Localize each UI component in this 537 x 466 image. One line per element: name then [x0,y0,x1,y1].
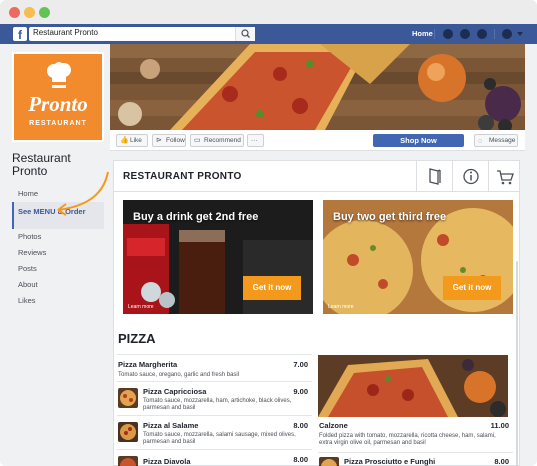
nav-divider [434,29,435,39]
menu-item-description: Folded pizza with tomato, mozzarella, ri… [319,433,496,446]
info-icon [463,168,479,185]
sidebar-item-posts[interactable]: Posts [12,261,104,277]
menu-item-name: Pizza Margherita [118,360,178,369]
menu-item-name: Pizza Diavola [143,457,191,466]
search-button[interactable] [235,27,255,41]
menu-item-name: Pizza al Salame [143,421,199,430]
more-options-button[interactable]: ··· [247,134,264,147]
sidebar-item-about[interactable]: About [12,277,104,293]
help-icon[interactable] [502,29,512,39]
menu-section-title: PIZZA [118,331,156,346]
menu-item-thumbnail [319,457,339,466]
sidebar-item-reviews[interactable]: Reviews [12,245,104,261]
menu-item-description: Tomato sauce, mozzarella, ham, artichoke… [143,398,292,411]
close-window-button[interactable] [9,7,20,18]
search-icon [241,29,250,38]
messenger-bubble-icon: ◌ [478,138,483,145]
tab-menu-button[interactable] [416,161,452,192]
tab-header: RESTAURANT PRONTO [114,161,519,192]
follow-button[interactable]: ⊳ Follow [152,134,186,147]
menu-item-list: Pizza Margherita 7.00 Tomato sauce, oreg… [117,354,312,466]
menu-book-icon [429,168,441,185]
like-button-label: Like [130,137,142,144]
zoom-window-button[interactable] [39,7,50,18]
nav-divider [494,29,495,39]
pizza-cover-image [110,44,525,130]
search-input[interactable]: Restaurant Pronto [33,28,98,37]
promo-title: Buy a drink get 2nd free [133,211,259,223]
search-box[interactable]: Restaurant Pronto [29,27,255,41]
logo-subtitle: RESTAURANT [29,120,87,127]
annotation-arrow [57,171,109,216]
learn-more-link[interactable]: Learn more [328,304,354,310]
menu-tab-panel: RESTAURANT PRONTO Buy a drink get 2nd fr… [113,160,520,466]
menu-item-price: 8.00 [494,457,509,466]
rss-follow-icon: ⊳ [156,137,162,144]
nav-home-link[interactable]: Home [412,29,433,38]
menu-item[interactable]: Pizza Capricciosa 9.00 Tomato sauce, moz… [117,381,312,415]
learn-more-link[interactable]: Learn more [128,304,154,310]
account-menu-caret-icon[interactable] [517,32,523,36]
browser-window: f Restaurant Pronto Home Pronto RESTAURA… [0,0,537,466]
menu-item-description: Tomato sauce, mozzarella, salami sausage… [143,432,296,445]
get-it-now-button[interactable]: Get it now [243,276,301,300]
promo-title: Buy two get third free [333,211,447,223]
menu-divider [318,452,513,453]
tab-scrollbar[interactable] [516,261,518,466]
comment-icon: ▭ [194,137,201,144]
minimize-window-button[interactable] [24,7,35,18]
browser-titlebar [0,0,537,24]
tab-title: RESTAURANT PRONTO [123,171,242,182]
thumbs-up-icon: 👍 [120,137,129,144]
notifications-globe-icon[interactable] [477,29,487,39]
restaurant-logo: Pronto RESTAURANT [14,54,102,140]
sidebar-item-likes[interactable]: Likes [12,293,104,309]
menu-item-price: 11.00 [490,421,509,430]
recommend-button[interactable]: ▭ Recommend [190,134,244,147]
menu-item-price: 8.00 [293,455,308,464]
get-it-now-button[interactable]: Get it now [443,276,501,300]
shopping-cart-icon [497,170,514,185]
page-action-bar: 👍 Like ⊳ Follow ▭ Recommend ··· Shop Now ◌ M… [110,130,525,151]
promo-banner-pizza[interactable]: Buy two get third free Get it now Learn … [323,200,513,314]
facebook-logo[interactable]: f [13,27,27,42]
message-button-label: Message [489,137,516,144]
menu-item-name: Pizza Prosciutto e Funghi [344,457,436,466]
recommend-button-label: Recommend [204,137,241,144]
menu-item-thumbnail [118,388,138,408]
promo-banner-drinks[interactable]: Buy a drink get 2nd free Get it now Lear… [123,200,313,314]
tab-cart-button[interactable] [488,161,519,192]
menu-item-name: Pizza Capricciosa [143,387,207,396]
chef-hat-icon [47,62,71,88]
logo-wordmark: Pronto [28,92,88,116]
menu-item-price: 7.00 [293,360,308,369]
like-button[interactable]: 👍 Like [116,134,148,147]
message-button[interactable]: ◌ Message [474,134,518,147]
menu-item-thumbnail [118,422,138,442]
cover-photo[interactable] [110,44,525,130]
friend-requests-icon[interactable] [443,29,453,39]
facebook-top-bar: f Restaurant Pronto Home [0,24,537,44]
menu-item-description: Tomato sauce, oregano, garlic and fresh … [118,372,240,378]
menu-item[interactable]: Pizza Margherita 7.00 Tomato sauce, oreg… [117,354,312,381]
menu-item[interactable]: Pizza Diavola 8.00 [117,449,312,466]
menu-item-photo [318,355,508,417]
menu-item-price: 9.00 [293,387,308,396]
profile-picture[interactable]: Pronto RESTAURANT [12,52,104,142]
menu-item-price: 8.00 [293,421,308,430]
menu-item-name: Calzone [319,421,348,430]
menu-item[interactable]: Pizza al Salame 8.00 Tomato sauce, mozza… [117,415,312,449]
shop-now-button[interactable]: Shop Now [373,134,464,147]
messenger-icon[interactable] [460,29,470,39]
follow-button-label: Follow [166,137,185,144]
tab-info-button[interactable] [452,161,488,192]
menu-item-thumbnail [118,456,138,466]
sidebar-item-photos[interactable]: Photos [12,229,104,245]
